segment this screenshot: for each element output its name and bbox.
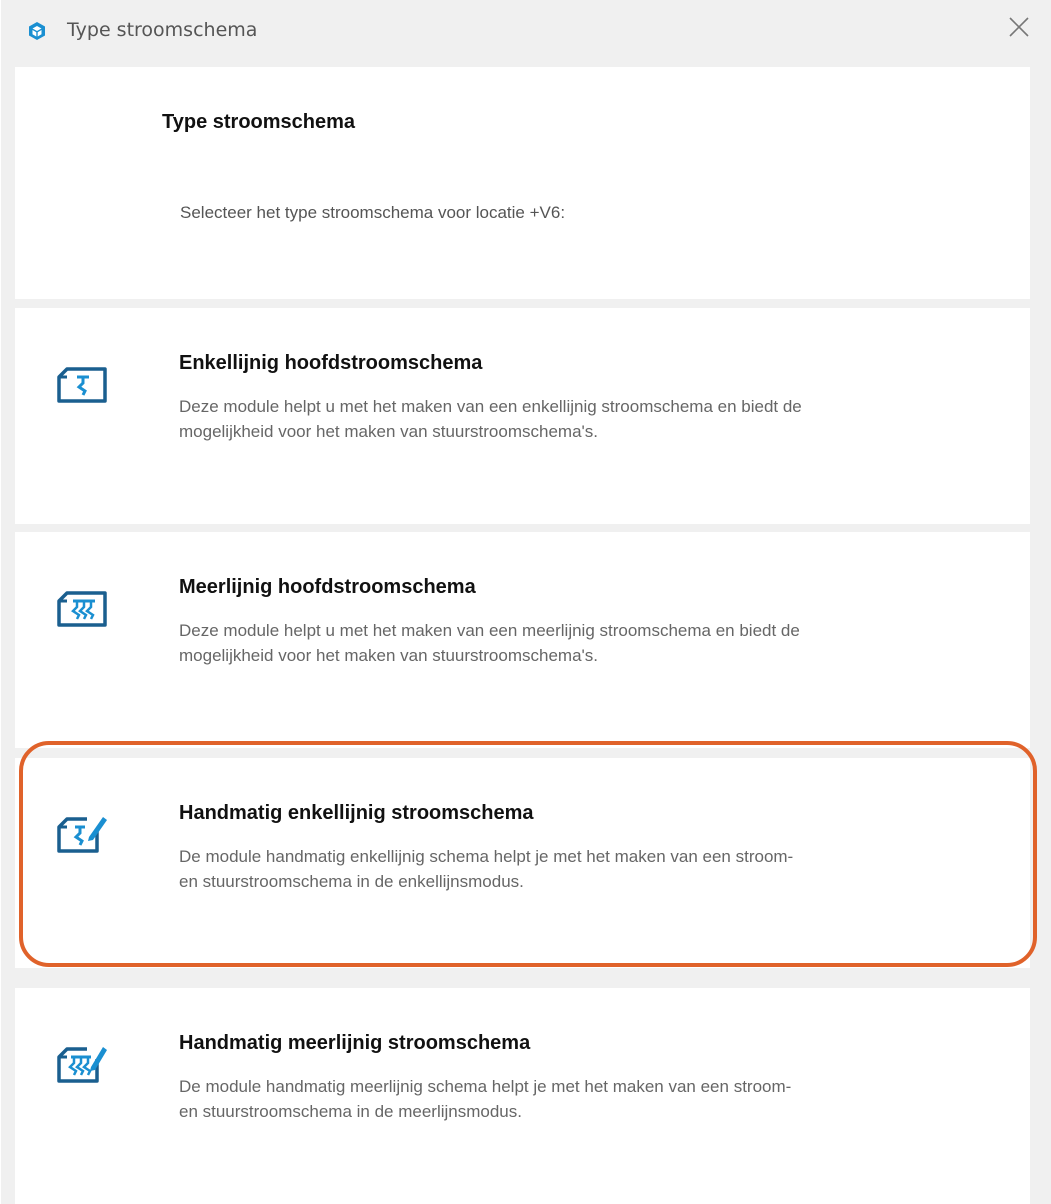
single-line-schema-icon <box>57 367 107 403</box>
option-description-line: mogelijkheid voor het maken van stuurstr… <box>179 646 598 665</box>
option-description-line: en stuurstroomschema in de meerlijnsmodu… <box>179 1102 522 1121</box>
manual-single-line-schema-icon <box>57 817 107 853</box>
window-title: Type stroomschema <box>67 19 258 41</box>
option-meerlijnig-hoofdstroomschema[interactable]: Meerlijnig hoofdstroomschema Deze module… <box>15 532 1030 748</box>
option-enkellijnig-hoofdstroomschema[interactable]: Enkellijnig hoofdstroomschema Deze modul… <box>15 308 1030 524</box>
option-description-line: De module handmatig meerlijnig schema he… <box>179 1077 792 1096</box>
page-subtitle: Selecteer het type stroomschema voor loc… <box>180 203 566 222</box>
option-description: De module handmatig meerlijnig schema he… <box>179 1074 979 1124</box>
option-title: Meerlijnig hoofdstroomschema <box>179 576 476 598</box>
option-description-line: en stuurstroomschema in de enkellijnsmod… <box>179 872 524 891</box>
option-description: De module handmatig enkellijnig schema h… <box>179 844 979 894</box>
multi-line-schema-icon <box>57 591 107 627</box>
option-title: Enkellijnig hoofdstroomschema <box>179 352 483 374</box>
option-description: Deze module helpt u met het maken van ee… <box>179 394 979 444</box>
manual-multi-line-schema-icon <box>57 1047 107 1083</box>
option-description-line: Deze module helpt u met het maken van ee… <box>179 397 802 416</box>
page-title: Type stroomschema <box>162 111 356 133</box>
option-description-line: mogelijkheid voor het maken van stuurstr… <box>179 422 598 441</box>
option-description: Deze module helpt u met het maken van ee… <box>179 618 979 668</box>
title-bar: Type stroomschema <box>1 0 1051 62</box>
option-title: Handmatig meerlijnig stroomschema <box>179 1032 531 1054</box>
header-panel: Type stroomschema Selecteer het type str… <box>15 67 1030 299</box>
dialog-window: Type stroomschema Type stroomschema Sele… <box>0 0 1051 1204</box>
option-handmatig-meerlijnig-stroomschema[interactable]: Handmatig meerlijnig stroomschema De mod… <box>15 988 1030 1204</box>
option-description-line: Deze module helpt u met het maken van ee… <box>179 621 800 640</box>
option-handmatig-enkellijnig-stroomschema[interactable]: Handmatig enkellijnig stroomschema De mo… <box>15 758 1030 968</box>
option-title: Handmatig enkellijnig stroomschema <box>179 802 534 824</box>
option-description-line: De module handmatig enkellijnig schema h… <box>179 847 794 866</box>
close-icon[interactable] <box>1006 14 1032 40</box>
cube-icon <box>29 22 45 40</box>
